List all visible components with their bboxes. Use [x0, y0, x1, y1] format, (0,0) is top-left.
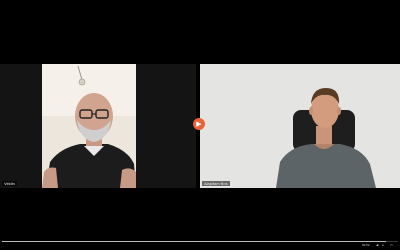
volume-icon[interactable]: ◀ [376, 243, 378, 247]
settings-icon[interactable]: ● [382, 243, 384, 247]
participant-video-right [200, 64, 400, 188]
video-call-stage: Veldin Alapifam Bos ▶ 00:52 ◀ ● ▭ [0, 0, 400, 250]
fullscreen-icon[interactable]: ▭ [390, 243, 393, 247]
time-display: 00:52 [362, 243, 370, 247]
playback-controls: 00:52 ◀ ● ▭ [0, 238, 400, 250]
participant-name-right: Alapifam Bos [202, 181, 230, 186]
participant-tile-left[interactable]: Veldin [0, 64, 196, 188]
progress-bar[interactable] [2, 241, 398, 242]
play-circle-icon[interactable]: ▶ [193, 118, 205, 130]
participant-video-left [0, 64, 196, 188]
progress-fill [2, 241, 387, 242]
participant-tile-right[interactable]: Alapifam Bos [200, 64, 400, 188]
participant-name-left: Veldin [2, 181, 17, 186]
